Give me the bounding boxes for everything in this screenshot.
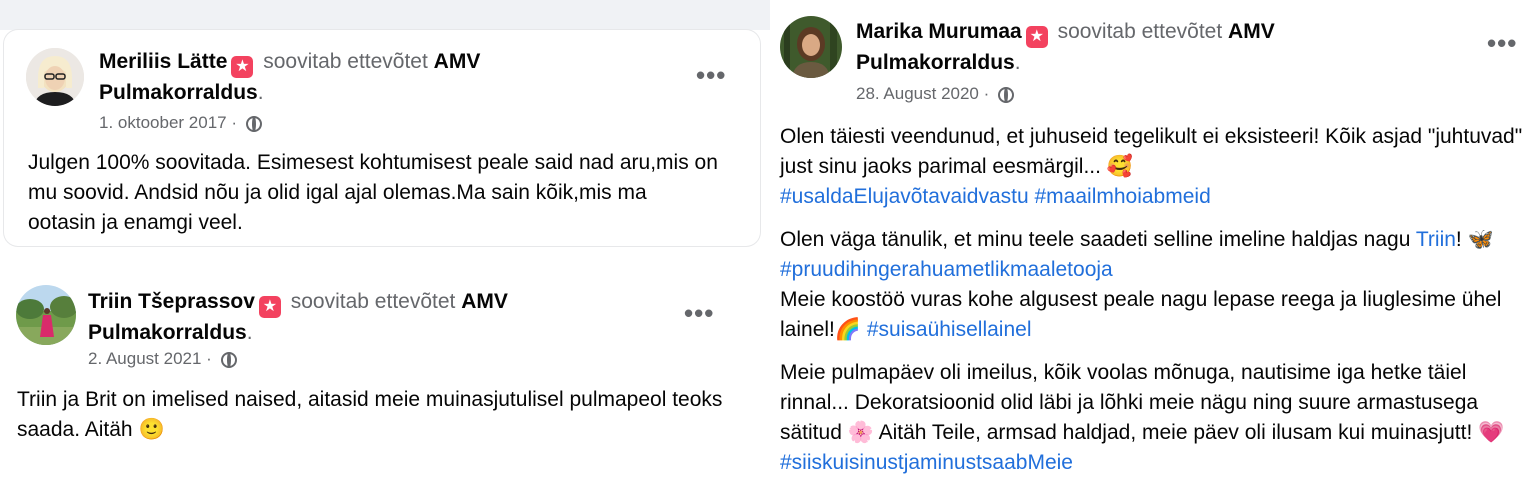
globe-icon — [998, 87, 1014, 103]
author-name[interactable]: Triin Tšeprassov — [88, 290, 255, 313]
feed-background — [0, 0, 770, 30]
recommendation-post: Meriliis Lätte ★ soovitab ettevõtet AMV P… — [4, 30, 760, 246]
period: . — [1014, 51, 1021, 74]
smile-emoji-icon: 🙂 — [138, 418, 165, 441]
recommendation-post: Triin Tšeprassov ★ soovitab ettevõtet AMV… — [0, 260, 760, 495]
post-date-row: 1. oktoober 2017 · — [99, 112, 262, 134]
post-text-content: Triin ja Brit on imelised naised, aitasi… — [17, 388, 723, 441]
hashtag-link[interactable]: #siiskuisinustjaminustsaabMeie — [780, 451, 1073, 474]
page-name-line1[interactable]: AMV — [461, 290, 508, 313]
post-header: Triin Tšeprassov ★ soovitab ettevõtet AMV… — [88, 287, 668, 348]
recommendation-post: Marika Murumaa ★ soovitab ettevõtet AMV P… — [770, 0, 1536, 495]
recommend-star-icon: ★ — [258, 296, 281, 318]
smiling-hearts-emoji-icon: 🥰 — [1106, 155, 1133, 178]
paragraph-text: Olen täiesti veendunud, et juhuseid tege… — [780, 125, 1523, 178]
globe-icon — [245, 116, 262, 132]
more-options-button[interactable]: ••• — [684, 300, 714, 326]
post-header: Meriliis Lätte ★ soovitab ettevõtet AMV P… — [99, 47, 659, 108]
post-date-row: 28. August 2020 · — [856, 83, 1014, 105]
period: . — [246, 321, 253, 344]
separator: · — [978, 84, 994, 103]
post-date[interactable]: 28. August 2020 — [856, 84, 979, 103]
page-name-line2[interactable]: Pulmakorraldus — [88, 321, 247, 344]
paragraph-text: Olen väga tänulik, et minu teele saadeti… — [780, 228, 1411, 251]
paragraph-1: Olen täiesti veendunud, et juhuseid tege… — [780, 122, 1525, 212]
recommend-star-icon: ★ — [1025, 26, 1048, 48]
separator: · — [201, 349, 217, 368]
author-name[interactable]: Meriliis Lätte — [99, 50, 227, 73]
hashtag-links[interactable]: #usaldaElujavõtavaidvastu #maailmhoiabme… — [780, 185, 1211, 208]
avatar[interactable] — [26, 48, 84, 106]
rainbow-emoji-icon: 🌈 — [834, 318, 862, 341]
mention-link[interactable]: Triin — [1416, 228, 1456, 251]
post-text-content: Julgen 100% soovitada. Esimesest kohtumi… — [28, 151, 718, 234]
post-date[interactable]: 1. oktoober 2017 — [99, 113, 227, 132]
page-name-line2[interactable]: Pulmakorraldus — [856, 51, 1015, 74]
page-name-line1[interactable]: AMV — [434, 50, 481, 73]
post-date-row: 2. August 2021 · — [88, 348, 237, 370]
recommend-text: soovitab ettevõtet — [1057, 20, 1223, 43]
post-text: Triin ja Brit on imelised naised, aitasi… — [17, 385, 737, 445]
author-name[interactable]: Marika Murumaa — [856, 20, 1022, 43]
globe-icon — [220, 352, 237, 368]
recommend-text: soovitab ettevõtet — [263, 50, 428, 73]
avatar[interactable] — [780, 16, 842, 78]
butterfly-emoji-icon: 🦋 — [1467, 228, 1494, 251]
separator: · — [226, 113, 242, 132]
exclamation: ! — [1455, 228, 1462, 251]
more-options-button[interactable]: ••• — [696, 62, 726, 88]
paragraph-text: Aitäh Teile, armsad haldjad, meie päev o… — [878, 421, 1473, 444]
heart-emoji-icon: 💗 — [1478, 421, 1505, 444]
paragraph-2: Olen väga tänulik, et minu teele saadeti… — [780, 225, 1525, 345]
recommend-star-icon: ★ — [231, 56, 254, 78]
post-date[interactable]: 2. August 2021 — [88, 349, 201, 368]
more-options-button[interactable]: ••• — [1487, 30, 1517, 56]
blossom-emoji-icon: 🌸 — [847, 421, 874, 444]
avatar[interactable] — [16, 285, 76, 345]
period: . — [257, 81, 264, 104]
paragraph-3: Meie pulmapäev oli imeilus, kõik voolas … — [780, 358, 1525, 478]
post-text: Julgen 100% soovitada. Esimesest kohtumi… — [28, 148, 718, 238]
hashtag-link[interactable]: #pruudihingerahuametlikmaaletooja — [780, 258, 1113, 281]
page-name-line1[interactable]: AMV — [1228, 20, 1275, 43]
page-name-line2[interactable]: Pulmakorraldus — [99, 81, 258, 104]
post-header: Marika Murumaa ★ soovitab ettevõtet AMV P… — [856, 17, 1476, 78]
hashtag-link[interactable]: #suisaühisellainel — [867, 318, 1032, 341]
recommend-text: soovitab ettevõtet — [290, 290, 456, 313]
post-text: Olen täiesti veendunud, et juhuseid tege… — [780, 122, 1525, 478]
